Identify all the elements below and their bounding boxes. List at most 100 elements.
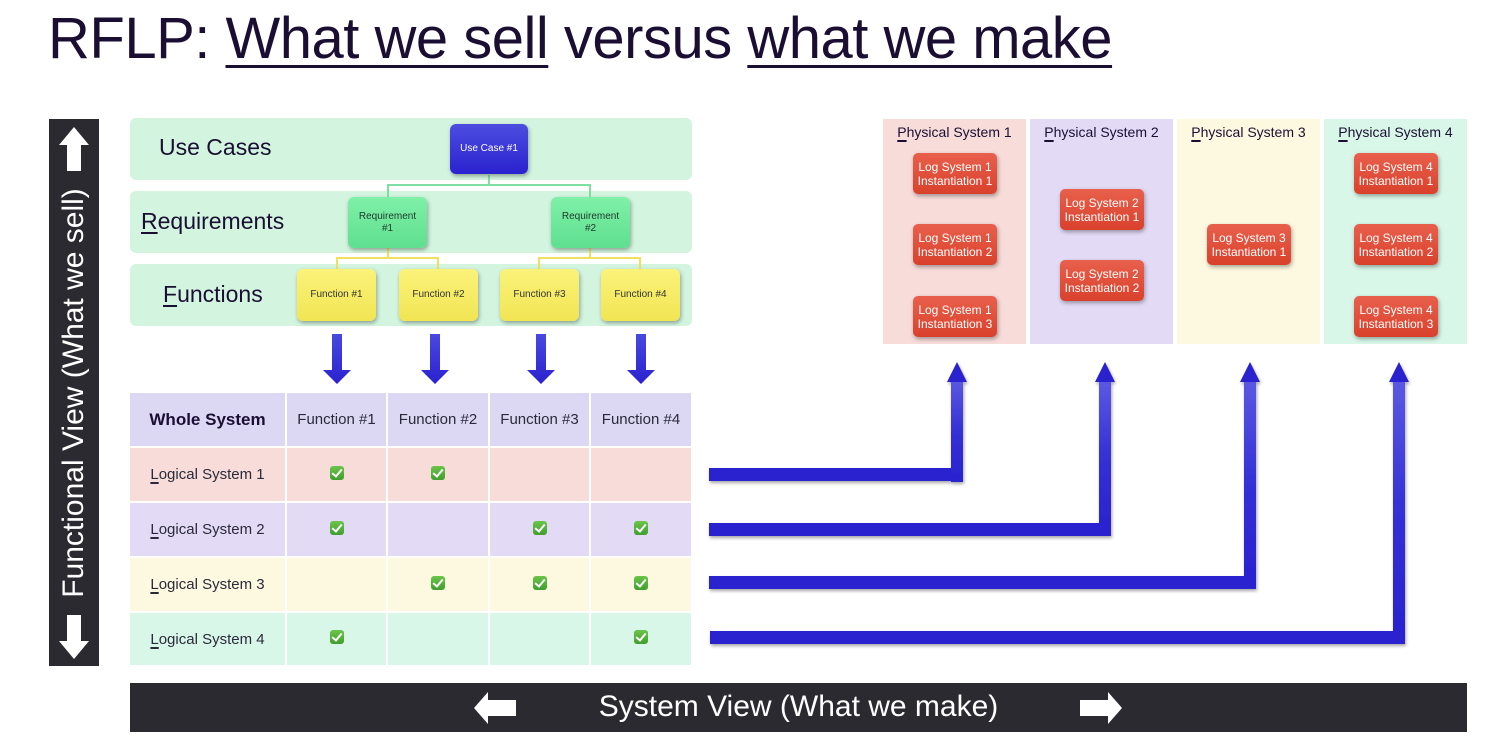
function-label: Function #1 [310,289,363,300]
matrix-corner-header: Whole System [130,393,285,446]
matrix-column-header: Function #3 [490,393,589,446]
title-text: hysical System 3 [1200,124,1306,140]
band-label-initial: R [141,208,158,234]
function-node: Function #4 [601,269,680,321]
band-use-cases: Use Cases [130,118,692,180]
matrix-cell [388,558,488,611]
link-logical-2-to-physical-2 [709,362,1115,536]
band-label-initial: F [163,281,178,307]
matrix-cell [490,448,589,501]
matrix-cell [591,613,691,665]
logical-instantiation-node: Log System 1 Instantiation 2 [913,224,997,265]
connector [437,257,439,269]
matrix-cell [591,558,691,611]
row-label-initial: L [150,466,159,483]
instantiation-number-label: Instantiation 2 [917,244,993,259]
link-logical-1-to-physical-1 [709,362,967,482]
band-label-text: Use Cases [159,134,272,160]
functional-view-bar: Functional View (What we sell) [49,119,99,666]
title-prefix: RFLP: [48,6,226,71]
instantiation-system-label: Log System 3 [1212,230,1286,245]
band-label-functions: Functions [163,281,263,308]
function-node: Function #3 [500,269,579,321]
function-node: Function #1 [297,269,376,321]
logical-instantiation-node: Log System 2 Instantiation 1 [1060,189,1144,230]
matrix-cell [591,503,691,556]
link-logical-4-to-physical-4 [710,362,1409,644]
checkmark-icon [329,520,344,535]
row-label-initial: L [150,521,159,538]
checkmark-icon [329,630,344,644]
row-label-text: ogical System 3 [158,576,265,593]
arrow-down-icon [527,334,555,384]
checkmark-icon [532,575,547,590]
instantiation-number-label: Instantiation 1 [1064,209,1140,224]
matrix-cell [490,558,589,611]
function-label: Function #3 [513,289,566,300]
title-text: hysical System 2 [1053,124,1159,140]
instantiation-number-label: Instantiation 1 [1211,244,1287,259]
matrix-column-header: Function #2 [388,393,488,446]
instantiation-system-label: Log System 1 [918,159,992,174]
requirement-label: Requirement #2 [561,210,620,234]
checkmark-icon [634,575,648,590]
logical-instantiation-node: Log System 2 Instantiation 2 [1060,260,1144,301]
function-label: Function #4 [614,289,667,300]
band-label-use-cases: Use Cases [159,134,271,161]
requirement-label: Requirement #1 [358,210,417,234]
connector [387,184,389,198]
arrow-down-icon [627,334,655,384]
arrow-down-icon [323,334,351,384]
instantiation-system-label: Log System 4 [1359,230,1433,245]
band-label-requirements: Requirements [141,208,284,235]
functional-view-label: Functional View (What we sell) [57,188,90,598]
physical-system-column: Physical System 1 Log System 1 Instantiati… [883,119,1026,344]
row-label-text: ogical System 1 [158,466,265,483]
matrix-cell [388,613,488,665]
connector [538,257,641,259]
physical-system-title: Physical System 1 [883,124,1026,140]
title-initial: P [897,124,907,140]
checkmark-icon [431,465,445,480]
matrix-row-header: Logical System 2 [130,503,285,556]
use-case-node: Use Case #1 [450,124,528,174]
row-label-text: ogical System 4 [158,630,265,648]
instantiation-number-label: Instantiation 1 [1358,173,1434,188]
matrix-column-header: Function #1 [287,393,386,446]
requirement-node: Requirement #2 [551,197,630,248]
use-case-label: Use Case #1 [460,143,518,154]
logical-instantiation-node: Log System 4 Instantiation 2 [1354,224,1438,265]
row-label-initial: L [150,576,159,593]
row-label-text: ogical System 2 [158,521,265,538]
matrix-cell [287,503,386,556]
physical-system-column: Physical System 4 Log System 4 Instantiati… [1324,119,1467,344]
instantiation-system-label: Log System 4 [1359,302,1433,317]
logical-instantiation-node: Log System 4 Instantiation 1 [1354,153,1438,194]
function-node: Function #2 [399,269,478,321]
matrix-cell [388,448,488,501]
matrix-cell [490,613,589,665]
matrix-column-header: Function #4 [591,393,691,446]
logical-instantiation-node: Log System 4 Instantiation 3 [1354,296,1438,337]
matrix-cell [287,613,386,665]
physical-system-title: Physical System 4 [1324,124,1467,140]
instantiation-system-label: Log System 1 [918,302,992,317]
instantiation-system-label: Log System 2 [1065,195,1139,210]
logical-instantiation-node: Log System 3 Instantiation 1 [1207,224,1291,265]
connector [538,257,540,269]
connector [336,257,439,259]
connector [387,184,591,186]
matrix-cell [388,503,488,556]
instantiation-system-label: Log System 4 [1359,159,1433,174]
connector [639,257,641,269]
matrix-cell [490,503,589,556]
arrow-up-icon [59,127,89,171]
physical-system-title: Physical System 2 [1030,124,1173,140]
title-what-we-sell: What we sell [225,6,549,71]
instantiation-number-label: Instantiation 2 [1064,280,1140,295]
title-text: hysical System 4 [1347,124,1453,140]
instantiation-number-label: Instantiation 1 [917,173,993,188]
band-label-text: equirements [157,208,285,234]
connector [589,184,591,198]
system-view-label: System View (What we make) [598,690,999,723]
